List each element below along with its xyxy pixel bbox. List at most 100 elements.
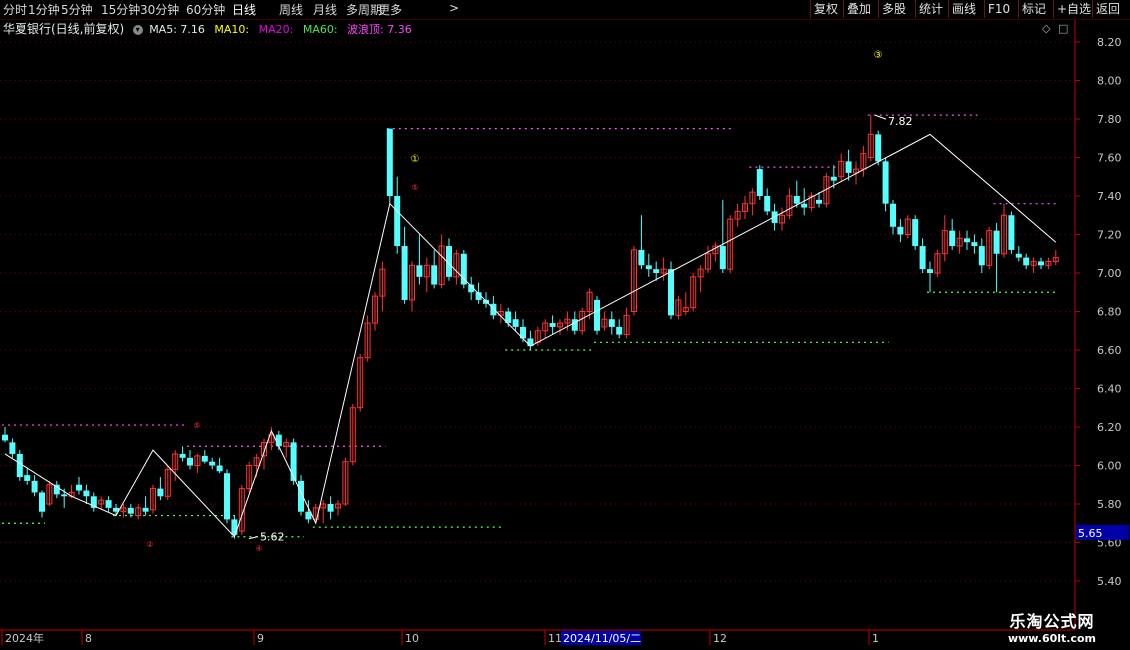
price-tick-label: 7.80 <box>1097 113 1122 126</box>
candle-body-down <box>31 480 38 493</box>
price-tick-label: 6.40 <box>1097 383 1122 396</box>
candle-body-down <box>76 484 82 491</box>
candle-body-down <box>201 455 208 462</box>
candle-body-down <box>608 319 615 327</box>
candle-body-down <box>801 203 808 208</box>
candle-body-down <box>187 457 193 466</box>
candle-body-down <box>830 176 837 181</box>
candle-body-down <box>1038 261 1044 266</box>
time-label: 1 <box>872 632 879 645</box>
candle-body-down <box>882 161 889 204</box>
candle-body-down <box>216 465 223 472</box>
candle-body-down <box>327 504 334 512</box>
candle-body-down <box>39 492 45 512</box>
price-tick-label: 7.20 <box>1097 229 1122 242</box>
candle-body-down <box>845 161 852 173</box>
watermark-url: www.60lt.com <box>1007 632 1097 645</box>
candle-body-down <box>549 323 556 327</box>
candle-body-down <box>949 230 956 247</box>
candle-body-down <box>1015 253 1022 258</box>
current-price-label: 5.65 <box>1078 527 1103 540</box>
time-label: 2024年 <box>5 631 44 645</box>
candle-body-down <box>793 196 800 204</box>
candle-body-down <box>231 519 238 535</box>
high-price-label: 7.82 <box>888 115 913 128</box>
candle-body-down <box>875 134 882 162</box>
wave-marker: ③ <box>874 50 883 61</box>
candle-body-down <box>1008 215 1015 250</box>
candle-body-down <box>460 253 467 285</box>
candle-body-down <box>105 500 112 508</box>
low-price-label: 5.62 <box>260 531 285 544</box>
candle-body-down <box>61 494 68 497</box>
candle-body-down <box>386 128 393 196</box>
time-label: 12 <box>713 632 727 645</box>
candle-body-down <box>912 219 919 247</box>
candle-body-down <box>719 246 726 270</box>
candle-body-down <box>638 249 645 266</box>
watermark-logo: 乐淘公式网 www.60lt.com <box>998 608 1106 645</box>
candle-body-down <box>897 226 904 235</box>
candle-body-down <box>275 434 282 447</box>
candle-body-down <box>919 246 926 270</box>
candle-body-down <box>971 242 978 247</box>
candle-body-down <box>431 265 438 285</box>
candle-body-down <box>653 269 660 273</box>
candle-body-down <box>512 319 519 327</box>
candle-body-down <box>2 434 8 441</box>
candle-body-down <box>978 246 985 266</box>
watermark-title: 乐淘公式网 <box>1009 612 1095 631</box>
candle-body-down <box>53 484 60 495</box>
candle-body-down <box>927 269 933 273</box>
price-tick-label: 7.60 <box>1097 152 1122 165</box>
candle-body-down <box>16 453 23 478</box>
candle-body-down <box>127 507 134 514</box>
candle-body-down <box>224 473 230 520</box>
candle-body-down <box>993 230 1000 254</box>
price-tick-label: 6.80 <box>1097 306 1122 319</box>
candle-body-down <box>394 196 401 247</box>
price-tick-label: 6.60 <box>1097 344 1122 357</box>
candle-body-down <box>209 461 216 466</box>
time-label: 8 <box>85 632 92 645</box>
candle-body-down <box>1023 257 1030 266</box>
price-tick-label: 8.20 <box>1097 36 1122 49</box>
wave-marker: ② <box>146 540 153 549</box>
candle-body-down <box>9 442 16 454</box>
time-label: 9 <box>257 632 264 645</box>
wave-marker: ⑤ <box>193 421 200 430</box>
wave-marker: ⑤ <box>411 183 418 192</box>
candle-body-down <box>964 238 970 243</box>
price-tick-label: 6.20 <box>1097 421 1122 434</box>
price-tick-label: 8.00 <box>1097 75 1122 88</box>
candle-body-down <box>290 442 297 481</box>
candle-body-down <box>83 490 90 497</box>
cursor-date-label: 2024/11/05/二 <box>563 632 641 645</box>
time-label: 10 <box>405 632 419 645</box>
candle-body-down <box>756 169 763 196</box>
candle-body-down <box>645 265 652 270</box>
candle-body-down <box>416 265 423 277</box>
wave-marker: ④ <box>255 544 262 553</box>
candle-body-down <box>764 196 771 212</box>
candlestick-chart[interactable]: 8.20 8.00 7.80 7.60 7.40 7.20 7.00 6.80 6.60 6.40… <box>0 0 1130 650</box>
price-tick-label: 5.40 <box>1097 575 1122 588</box>
candle-body-down <box>157 488 164 497</box>
price-tick-label: 5.80 <box>1097 498 1122 511</box>
wave-marker: ① <box>411 154 420 165</box>
price-tick-label: 7.00 <box>1097 267 1122 280</box>
candle-body-down <box>142 507 149 512</box>
candle-body-down <box>816 199 822 204</box>
time-label: 11 <box>548 632 562 645</box>
candle-body-down <box>571 319 578 331</box>
candle-body-down <box>490 303 497 316</box>
candle-body-down <box>890 203 896 227</box>
candle-body-down <box>24 475 31 481</box>
candle-body-down <box>179 453 186 458</box>
price-tick-label: 7.40 <box>1097 190 1122 203</box>
candle-body-down <box>616 326 623 335</box>
candle-body-down <box>401 246 408 300</box>
candle-body-down <box>668 269 674 316</box>
price-tick-label: 6.00 <box>1097 460 1122 473</box>
candle-body-down <box>594 299 600 331</box>
